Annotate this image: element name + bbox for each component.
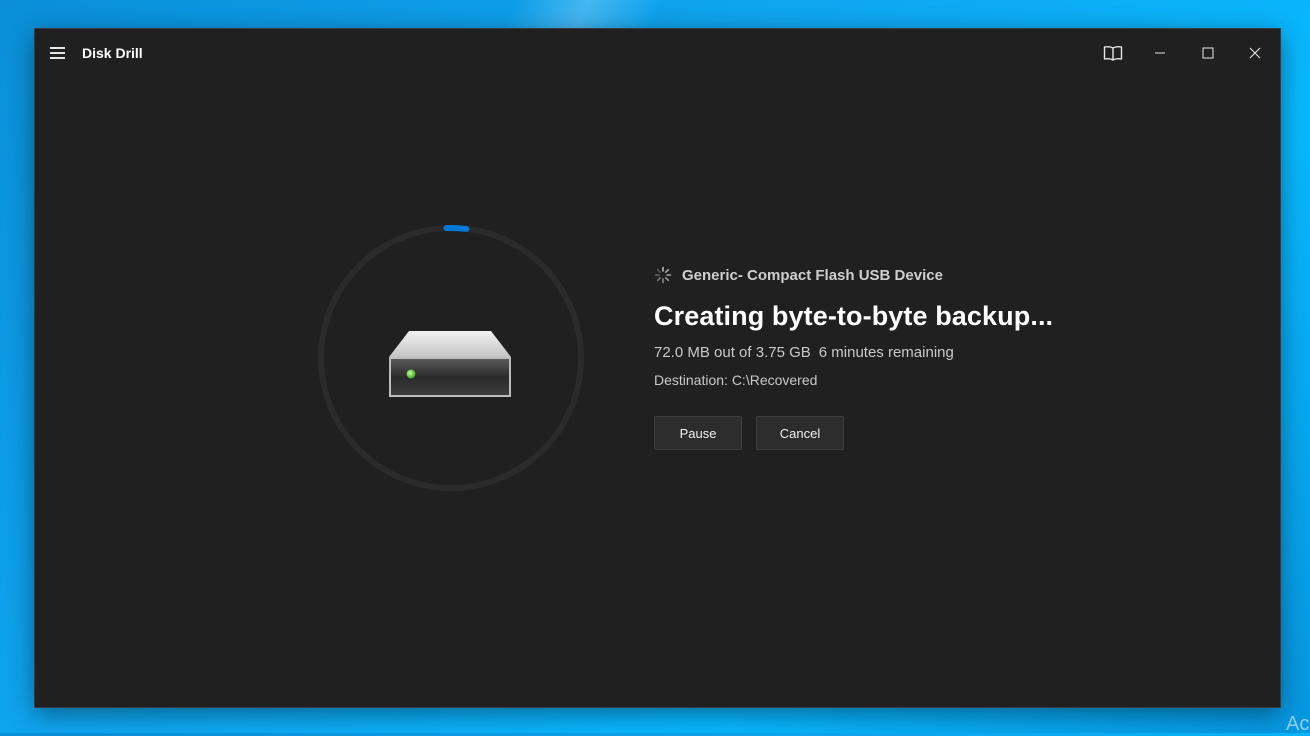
- pause-button[interactable]: Pause: [654, 416, 742, 450]
- action-buttons: Pause Cancel: [654, 416, 1214, 450]
- cancel-button[interactable]: Cancel: [756, 416, 844, 450]
- progress-line: 72.0 MB out of 3.75 GB 6 minutes remainin…: [654, 344, 1214, 361]
- destination-path: Destination: C:\Recovered: [654, 372, 818, 388]
- app-window: Disk Drill Generic- Compact Flash USB De…: [35, 29, 1280, 707]
- status-title: Creating byte-to-byte backup...: [654, 301, 1054, 331]
- app-title: Disk Drill: [82, 45, 143, 61]
- progress-text: 72.0 MB out of 3.75 GB: [654, 344, 811, 361]
- close-icon[interactable]: [1242, 40, 1268, 66]
- progress-arc: [443, 225, 470, 232]
- device-name: Generic- Compact Flash USB Device: [682, 266, 943, 284]
- hard-drive-icon: [389, 331, 511, 397]
- hamburger-menu-icon[interactable]: [47, 43, 67, 63]
- minimize-icon[interactable]: [1147, 40, 1173, 66]
- book-icon[interactable]: [1100, 40, 1126, 66]
- title-bar: Disk Drill: [35, 29, 1280, 77]
- maximize-icon[interactable]: [1195, 40, 1221, 66]
- backup-info-panel: Generic- Compact Flash USB Device Creati…: [654, 265, 1214, 450]
- device-line: Generic- Compact Flash USB Device: [654, 265, 1214, 285]
- time-remaining: 6 minutes remaining: [818, 344, 954, 361]
- loading-spinner-icon: [654, 266, 672, 284]
